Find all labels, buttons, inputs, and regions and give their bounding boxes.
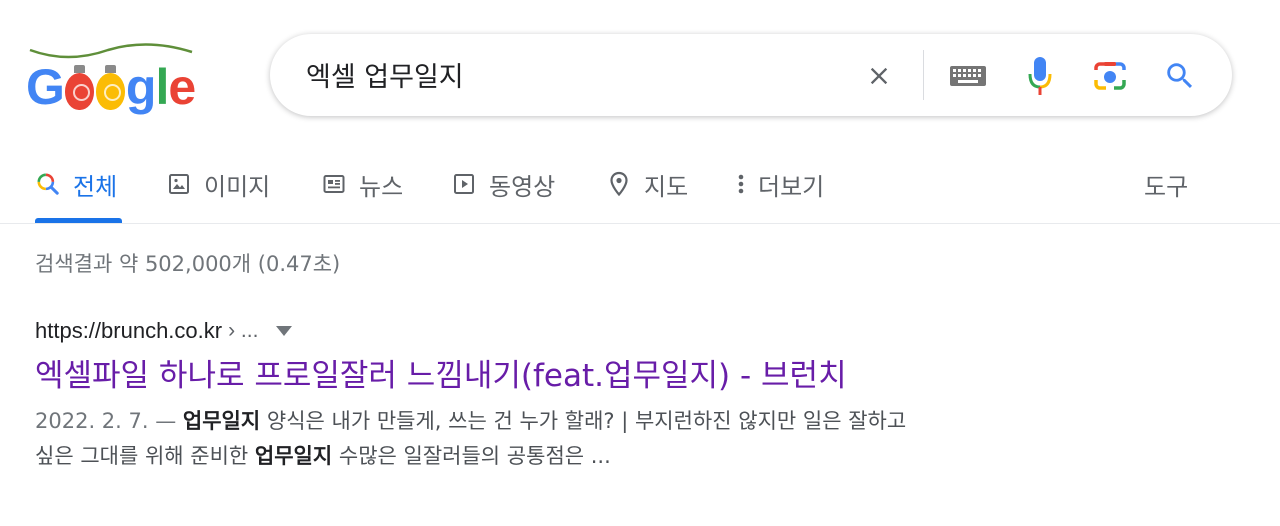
result-stats: 검색결과 약 502,000개 (0.47초) [35, 252, 341, 276]
result-url[interactable]: https://brunch.co.kr [35, 318, 222, 344]
tab-news[interactable]: 뉴스 [321, 166, 403, 202]
keyboard-icon [950, 66, 986, 86]
logo-bulb-red [64, 65, 94, 110]
tab-all[interactable]: 전체 [35, 166, 117, 202]
result-snippet: 2022. 2. 7. — 업무일지 양식은 내가 만들게, 쓰는 건 누가 할… [35, 404, 1145, 474]
result-cite: https://brunch.co.kr › ... [35, 316, 1145, 346]
search-tabs: 전체 이미지 뉴스 동영상 지도 더보기 도구 [0, 150, 1280, 224]
tools-label: 도구 [1144, 172, 1189, 201]
snippet-line-2: 싶은 그대를 위해 준비한 업무일지 수많은 일잘러들의 공통점은 ... [35, 439, 1145, 474]
clear-button[interactable] [858, 55, 900, 97]
keyboard-button[interactable] [946, 58, 990, 94]
logo-letter-g: G [26, 59, 65, 115]
search-submit-button[interactable] [1158, 54, 1202, 98]
camera-lens-icon [1094, 62, 1126, 90]
tab-maps-label: 지도 [644, 172, 689, 201]
search-icon [1167, 63, 1193, 89]
close-icon [870, 67, 888, 85]
voice-search-button[interactable] [1020, 52, 1060, 100]
snippet-line-1: 2022. 2. 7. — 업무일지 양식은 내가 만들게, 쓰는 건 누가 할… [35, 404, 1145, 439]
logo-bulb-yellow [95, 65, 125, 110]
microphone-icon [1028, 57, 1052, 95]
tab-news-label: 뉴스 [359, 172, 404, 201]
search-input[interactable] [306, 54, 846, 94]
tab-images-label: 이미지 [204, 172, 271, 201]
search-box [270, 34, 1232, 116]
search-divider [923, 50, 924, 100]
logo-letter-l: l [155, 59, 169, 115]
tab-maps[interactable]: 지도 [606, 166, 688, 202]
logo-letter-g2: g [125, 59, 157, 115]
tab-more-label: 더보기 [758, 172, 825, 201]
tab-videos[interactable]: 동영상 [451, 166, 555, 202]
active-tab-indicator [35, 218, 122, 223]
logo-letter-e: e [168, 59, 196, 115]
tools-button[interactable]: 도구 [1144, 166, 1188, 202]
image-icon [166, 171, 192, 197]
search-multicolor-icon [35, 171, 61, 197]
triangle-down-icon [276, 326, 293, 336]
result-title-link[interactable]: 엑셀파일 하나로 프로일잘러 느낌내기(feat.업무일지) - 브런치 [35, 356, 1145, 396]
snippet-highlight: 업무일지 [254, 444, 333, 468]
video-icon [451, 171, 477, 197]
tab-images[interactable]: 이미지 [166, 166, 270, 202]
google-logo[interactable]: G g l e [26, 40, 196, 115]
snippet-highlight: 업무일지 [182, 409, 261, 433]
snippet-date: 2022. 2. 7. — [35, 409, 177, 433]
tab-more[interactable]: 더보기 [734, 166, 824, 202]
more-vert-icon [734, 171, 748, 197]
result-options-button[interactable] [274, 321, 294, 341]
map-pin-icon [606, 171, 632, 197]
tab-videos-label: 동영상 [489, 172, 556, 201]
search-result: https://brunch.co.kr › ... 엑셀파일 하나로 프로일잘… [35, 316, 1145, 474]
tab-all-label: 전체 [73, 172, 118, 201]
snippet-text: 양식은 내가 만들게, 쓰는 건 누가 할래? | 부지런하진 않지만 일은 잘… [266, 409, 907, 433]
news-icon [321, 171, 347, 197]
snippet-text: 싶은 그대를 위해 준비한 [35, 444, 249, 468]
image-search-button[interactable] [1088, 54, 1132, 98]
snippet-text: 수많은 일잘러들의 공통점은 ... [338, 444, 611, 468]
result-breadcrumb: › ... [228, 319, 259, 342]
